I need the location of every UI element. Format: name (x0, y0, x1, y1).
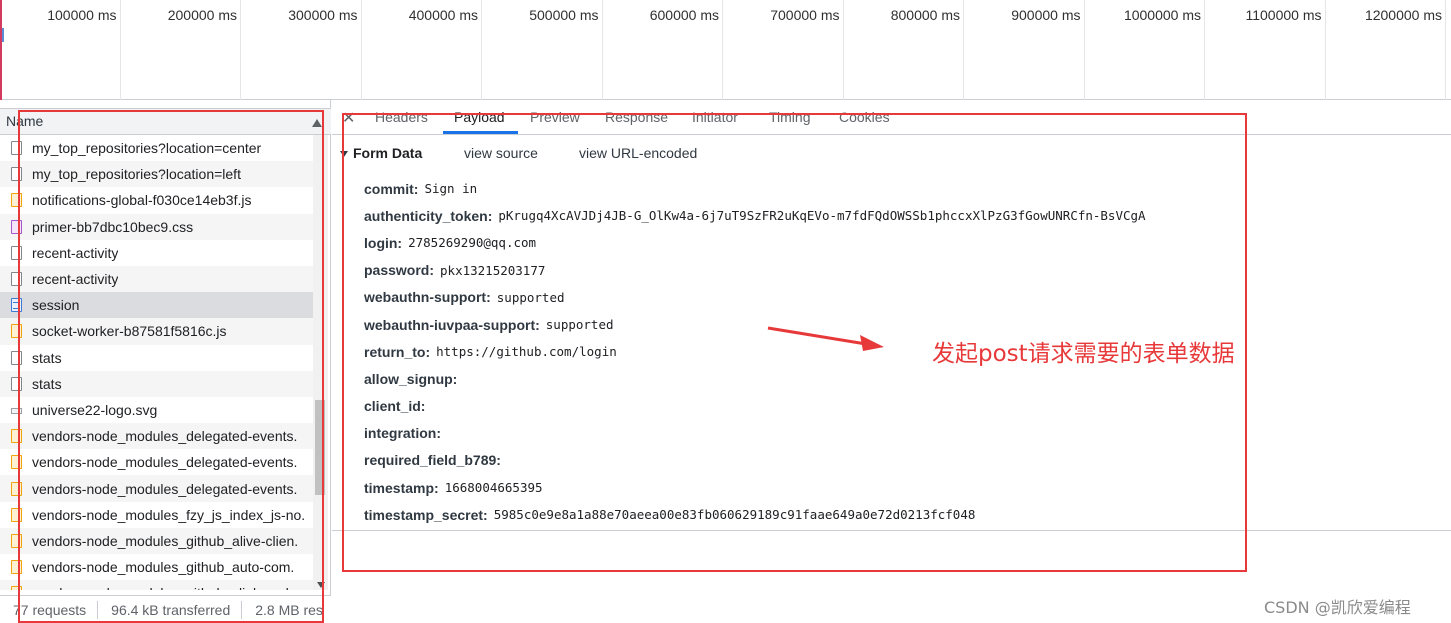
timeline-column: 400000 ms (362, 0, 482, 100)
timeline-column: 800000 ms (844, 0, 964, 100)
timeline-tick-label: 100000 ms (47, 7, 117, 23)
annotation-text: 发起post请求需要的表单数据 (932, 341, 1235, 367)
timeline-tick-label: 300000 ms (288, 7, 358, 23)
timeline-tick-label: 900000 ms (1011, 7, 1081, 23)
timeline-column: 900000 ms (964, 0, 1085, 100)
timeline-column: 1100000 ms (1205, 0, 1326, 100)
annotation-arrow-icon (767, 326, 884, 351)
timeline-column: 200000 ms (121, 0, 241, 100)
timeline-tick-label: 1000000 ms (1123, 7, 1201, 23)
timeline-tick-label: 500000 ms (529, 7, 599, 23)
timeline-column: 600000 ms (603, 0, 723, 100)
annotation-box-requests (18, 110, 324, 623)
timeline-tick-label: 1100000 ms (1245, 7, 1322, 23)
timeline-tick-label: 200000 ms (167, 7, 237, 23)
timeline-tick-label: 800000 ms (890, 7, 960, 23)
timeline-column: 1200000 ms (1326, 0, 1446, 100)
timeline-tick-label: 1200000 ms (1364, 7, 1442, 23)
timeline-tick-label: 600000 ms (649, 7, 719, 23)
timeline-column: 100000 ms (0, 0, 121, 100)
timeline-tick-label: 400000 ms (408, 7, 478, 23)
watermark: CSDN @凯欣爱编程 (1264, 598, 1411, 617)
network-timeline-overview[interactable]: 100000 ms 200000 ms 300000 ms 400000 ms 5000… (0, 0, 1451, 100)
timeline-column: 300000 ms (241, 0, 362, 100)
timeline-tick-label: 700000 ms (770, 7, 840, 23)
timeline-column: 700000 ms (723, 0, 844, 100)
timeline-column: 1000000 ms (1085, 0, 1205, 100)
timeline-column: 500000 ms (482, 0, 603, 100)
